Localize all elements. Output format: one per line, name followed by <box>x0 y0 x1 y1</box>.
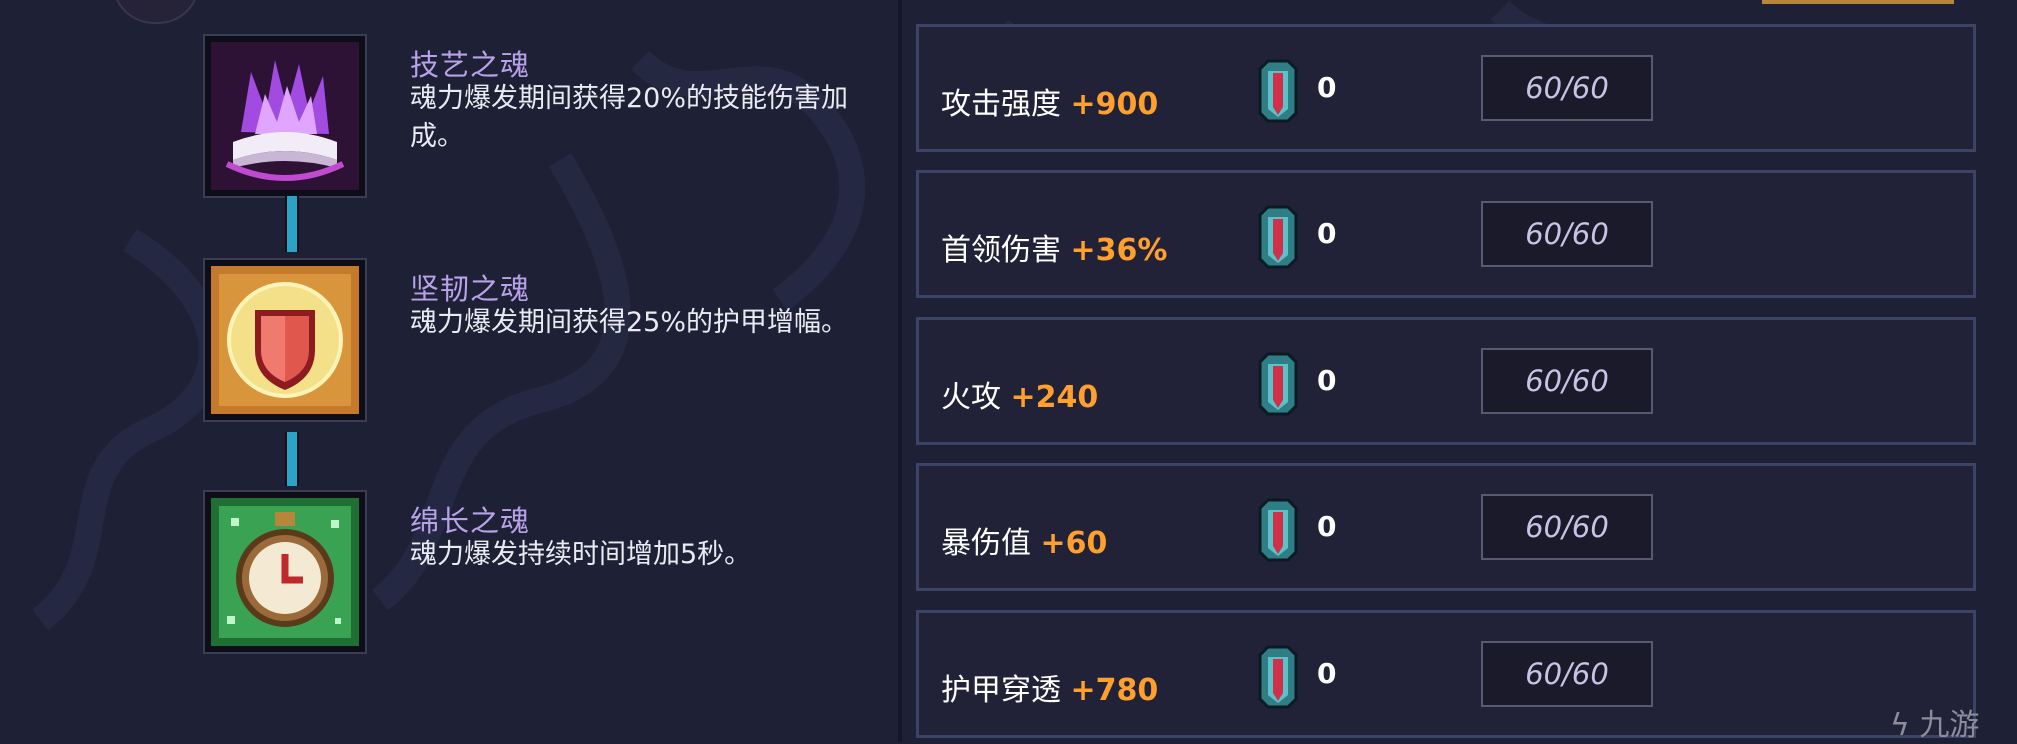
level-progress: 60/60 <box>1481 641 1653 707</box>
skill-name: 技艺之魂 <box>410 48 531 82</box>
stat-name: 护甲穿透 <box>941 673 1061 708</box>
stat-bonus: +240 <box>1010 380 1099 415</box>
stat-label: 首领伤害 +36% <box>941 225 1168 269</box>
soul-gem-icon <box>1258 498 1298 562</box>
stat-row[interactable]: 攻击强度 +900 0 60/60 <box>916 24 1976 152</box>
gem-count: 0 <box>1317 510 1337 543</box>
level-progress: 60/60 <box>1481 348 1653 414</box>
stat-label: 火攻 +240 <box>941 372 1098 416</box>
stat-bonus: +60 <box>1040 526 1108 561</box>
watermark: ϟ 九游 <box>1890 700 1979 744</box>
skill-connector <box>285 196 299 252</box>
stat-bonus: +780 <box>1070 673 1159 708</box>
stat-row[interactable]: 暴伤值 +60 0 60/60 <box>916 463 1976 591</box>
skill-description: 魂力爆发持续时间增加5秒。 <box>410 539 752 570</box>
stat-bonus: +36% <box>1070 233 1168 268</box>
gem-count: 0 <box>1317 364 1337 397</box>
stat-name: 暴伤值 <box>941 526 1031 561</box>
skill-name: 坚韧之魂 <box>410 272 531 306</box>
stat-row[interactable]: 首领伤害 +36% 0 60/60 <box>916 170 1976 298</box>
stat-name: 攻击强度 <box>941 87 1061 122</box>
column-divider <box>898 0 902 742</box>
skill-name: 绵长之魂 <box>410 504 531 538</box>
jiuyou-logo-icon: ϟ <box>1890 708 1910 743</box>
top-right-bar <box>1762 0 1954 4</box>
stat-label: 暴伤值 +60 <box>941 518 1107 562</box>
stat-label: 护甲穿透 +780 <box>941 665 1158 709</box>
stat-row[interactable]: 火攻 +240 0 60/60 <box>916 317 1976 445</box>
stat-name: 首领伤害 <box>941 233 1061 268</box>
red-shield-icon <box>205 260 365 420</box>
watermark-text: 九游 <box>1919 708 1980 743</box>
stat-label: 攻击强度 +900 <box>941 79 1158 123</box>
gem-count: 0 <box>1317 71 1337 104</box>
soul-gem-icon <box>1258 352 1298 416</box>
skill-description: 魂力爆发期间获得25%的护甲增幅。 <box>410 307 849 338</box>
soul-gem-icon <box>1258 59 1298 123</box>
soul-gem-icon <box>1258 645 1298 709</box>
level-progress: 60/60 <box>1481 494 1653 560</box>
level-progress: 60/60 <box>1481 55 1653 121</box>
top-emblem <box>112 0 200 24</box>
skill-description: 魂力爆发期间获得20%的技能伤害加成。 <box>410 83 849 152</box>
stat-row[interactable]: 护甲穿透 +780 0 60/60 <box>916 610 1976 738</box>
gem-count: 0 <box>1317 217 1337 250</box>
stat-name: 火攻 <box>941 380 1001 415</box>
skill-connector <box>285 432 299 486</box>
gem-count: 0 <box>1317 657 1337 690</box>
soul-gem-icon <box>1258 205 1298 269</box>
level-progress: 60/60 <box>1481 201 1653 267</box>
purple-flame-book-icon <box>205 36 365 196</box>
stat-bonus: +900 <box>1070 87 1159 122</box>
pocket-watch-icon <box>205 492 365 652</box>
